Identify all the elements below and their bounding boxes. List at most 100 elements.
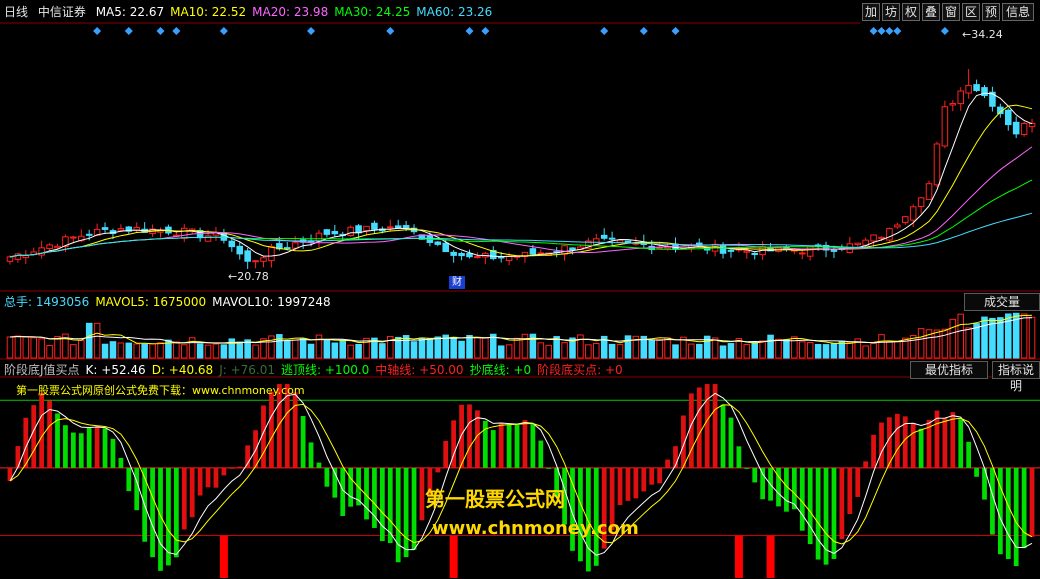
candle-body [600, 234, 608, 239]
j-value-bar [379, 467, 385, 542]
indicator-legend-item-5: 中轴线: +50.00 [375, 363, 464, 377]
volume-bar [93, 322, 101, 359]
volume-button[interactable]: 成交量 [964, 293, 1040, 311]
j-value-bar [649, 467, 655, 485]
toolbar-button-7[interactable]: 信息 [1002, 3, 1034, 21]
buy-marker [734, 535, 743, 578]
volume-bar [545, 344, 553, 359]
j-value-bar [625, 467, 631, 501]
volume-bar [38, 338, 45, 359]
j-value-bar [78, 433, 84, 468]
volume-legend-item-0: 总手: 1493056 [4, 295, 90, 309]
volume-bar [949, 318, 957, 359]
toolbar-button-0[interactable]: 加 [862, 3, 880, 21]
j-value-bar [419, 467, 425, 521]
toolbar-button-2[interactable]: 权 [902, 3, 920, 21]
period-label[interactable]: 日线 [4, 5, 28, 19]
volume-bar [624, 335, 632, 359]
volume-bar [85, 322, 93, 359]
toolbar-button-6[interactable]: 预 [982, 3, 1000, 21]
volume-bar [917, 328, 925, 359]
candle-body [466, 253, 473, 258]
volume-bar [323, 339, 331, 359]
candle-body [268, 246, 275, 262]
candle-body [180, 227, 188, 239]
volume-bar [141, 343, 148, 359]
volume-bar [862, 345, 869, 359]
j-value-bar [728, 417, 734, 468]
volume-bar [886, 341, 893, 359]
signal-diamond [219, 27, 228, 35]
signal-diamond [893, 27, 902, 35]
volume-bar [347, 344, 354, 359]
volume-bar [783, 339, 790, 359]
j-value-bar [1029, 467, 1035, 537]
candle-body [204, 235, 212, 242]
volume-bar [711, 337, 719, 359]
volume-bar [228, 338, 236, 359]
volume-bar [616, 344, 624, 359]
best-indicator-button[interactable]: 最优指标 [910, 361, 988, 379]
candle-body [474, 256, 481, 259]
candle-body [719, 244, 727, 254]
pane-grid [0, 22, 1040, 378]
buy-marker [219, 535, 228, 578]
candle-body [70, 236, 77, 239]
volume-bar [672, 344, 679, 359]
j-value-bar [292, 392, 298, 468]
indicator-legend-item-4: 逃顶线: +100.0 [281, 363, 370, 377]
j-value-bar [324, 467, 330, 487]
volume-bar [180, 344, 188, 359]
toolbar-button-4[interactable]: 窗 [942, 3, 960, 21]
volume-bar [656, 339, 663, 359]
j-value-bar [641, 467, 647, 492]
indicator-help-button[interactable]: 指标说明 [992, 361, 1040, 393]
j-value-bar [538, 440, 544, 468]
j-value-bar [150, 467, 155, 558]
candle-body [537, 252, 545, 255]
volume-bar [585, 344, 592, 359]
candle-body [616, 239, 624, 244]
j-value-bar [839, 467, 845, 540]
finance-marker[interactable]: 财 [449, 276, 465, 289]
candle-body [901, 216, 909, 223]
j-value-bar [918, 428, 924, 468]
toolbar-button-5[interactable]: 区 [962, 3, 980, 21]
j-value-bar [1021, 467, 1027, 549]
volume-bar [315, 334, 323, 359]
j-value-bar [894, 413, 900, 468]
volume-bar [719, 345, 727, 359]
j-value-bar [752, 467, 758, 483]
ma-legend-item-1: MA10: 22.52 [170, 5, 247, 19]
candle-body [363, 225, 370, 232]
j-value-bar [514, 424, 520, 468]
j-value-bar [316, 462, 322, 468]
volume-bar [426, 338, 434, 359]
candle-body [854, 242, 862, 246]
volume-bar [291, 339, 299, 359]
volume-bar [767, 334, 774, 359]
j-value-bar [831, 467, 837, 560]
j-value-bar [720, 404, 726, 468]
volume-bar [791, 336, 798, 359]
j-value-bar [712, 384, 718, 468]
j-value-bar [855, 467, 861, 497]
j-value-bar [530, 424, 536, 468]
signal-diamond [307, 27, 316, 35]
j-value-bar [173, 467, 179, 558]
candle-body [743, 250, 751, 253]
j-value-bar [443, 440, 449, 468]
volume-bar [830, 343, 838, 359]
j-value-bar [205, 467, 211, 488]
volume-bar [355, 344, 362, 359]
toolbar-button-1[interactable]: 坊 [882, 3, 900, 21]
j-value-bar [966, 441, 972, 468]
volume-bar [497, 345, 505, 359]
indicator-legend-item-2: D: +40.68 [151, 363, 214, 377]
j-value-bar [31, 405, 37, 468]
toolbar-button-3[interactable]: 叠 [922, 3, 940, 21]
j-value-bar [736, 446, 742, 468]
candle-body [917, 197, 925, 208]
volume-bar [6, 336, 14, 359]
indicator-legend-item-0: 阶段底J值买点 [4, 363, 80, 377]
